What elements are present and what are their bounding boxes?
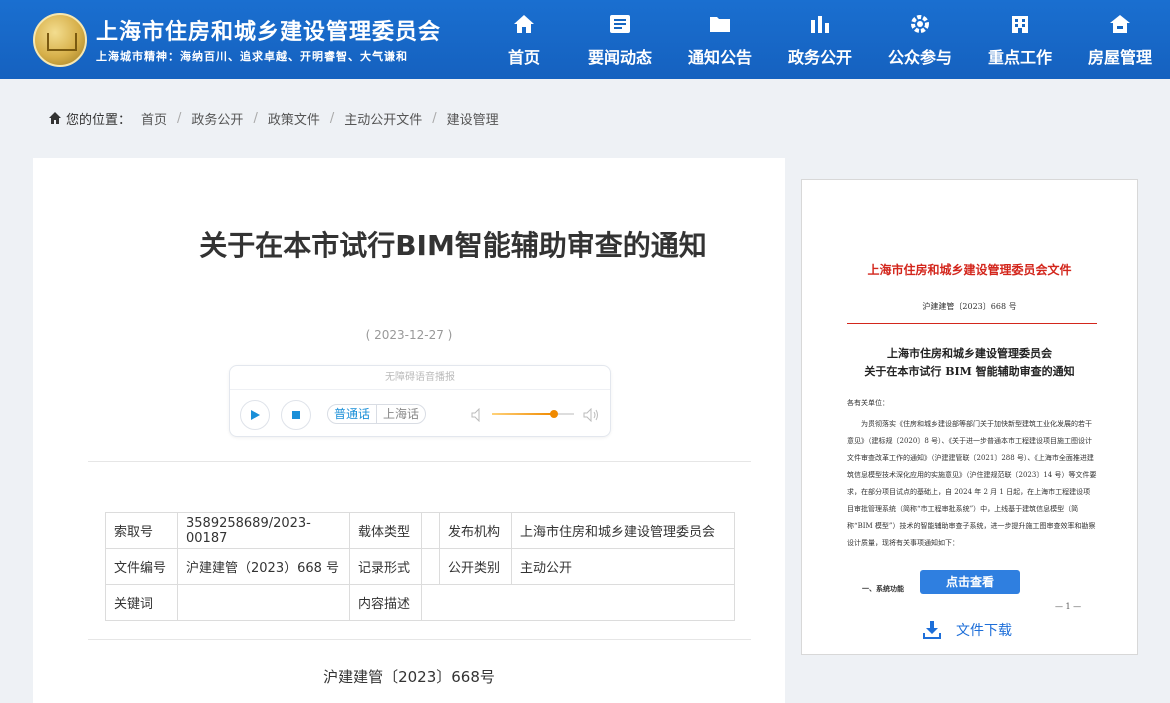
table-cell: [421, 512, 440, 549]
document-preview-panel: 上海市住房和城乡建设管理委员会文件 沪建建管〔2023〕668 号 上海市住房和…: [801, 179, 1138, 655]
table-cell: 索取号: [105, 512, 178, 549]
view-document-button[interactable]: 点击查看: [920, 570, 1020, 594]
nav-news[interactable]: 要闻动态: [570, 0, 670, 79]
folder-icon: [708, 12, 732, 36]
breadcrumb-item-home[interactable]: 首页: [141, 109, 167, 128]
stop-icon: [292, 411, 300, 419]
breadcrumb-item-gov-open[interactable]: 政务公开: [191, 109, 243, 128]
site-logo[interactable]: [33, 13, 87, 67]
player-title: 无障碍语音播报: [230, 366, 610, 390]
home-icon: [48, 111, 62, 125]
table-cell: [421, 548, 440, 585]
stop-button[interactable]: [281, 400, 311, 430]
home-icon: [512, 12, 536, 36]
play-button[interactable]: [240, 400, 270, 430]
breadcrumb-item-construction[interactable]: 建设管理: [447, 109, 499, 128]
gear-icon: [908, 12, 932, 36]
table-cell: 内容描述: [349, 584, 422, 621]
preview-red-line: [847, 323, 1097, 324]
table-row: 文件编号 沪建建管（2023）668 号 记录形式 公开类别 主动公开: [105, 548, 735, 585]
language-switch: 普通话 上海话: [327, 404, 427, 424]
main-nav: 首页 要闻动态 通知公告 政务公开 公众参与 重点工作 房屋管理: [478, 0, 1170, 79]
volume-slider[interactable]: [492, 410, 574, 418]
nav-label: 政务公开: [787, 47, 852, 67]
table-cell: 文件编号: [105, 548, 178, 585]
document-number: 沪建建管〔2023〕668号: [323, 668, 495, 686]
metadata-table: 索取号 3589258689/2023-00187 载体类型 发布机构 上海市住…: [105, 512, 735, 621]
preview-header: 上海市住房和城乡建设管理委员会文件: [867, 263, 1072, 277]
preview-salutation: 各有关单位：: [847, 399, 889, 407]
table-cell: 3589258689/2023-00187: [177, 512, 350, 549]
lang-mandarin[interactable]: 普通话: [328, 405, 376, 423]
nav-label: 房屋管理: [1087, 47, 1152, 67]
table-row: 关键词 内容描述: [105, 584, 735, 621]
nav-label: 要闻动态: [587, 47, 652, 67]
divider: [88, 461, 751, 462]
volume-high-icon: [583, 407, 599, 426]
volume-handle[interactable]: [549, 410, 558, 418]
nav-label: 首页: [507, 47, 540, 67]
document-preview[interactable]: 上海市住房和城乡建设管理委员会文件 沪建建管〔2023〕668 号 上海市住房和…: [802, 180, 1137, 610]
speech-player: 无障碍语音播报 普通话 上海话: [229, 365, 611, 437]
nav-home[interactable]: 首页: [478, 0, 570, 79]
preview-title-line1: 上海市住房和城乡建设管理委员会: [887, 347, 1052, 360]
site-header: 上海市住房和城乡建设管理委员会 上海城市精神：海纳百川、追求卓越、开明睿智、大气…: [0, 0, 1170, 79]
download-icon: [923, 621, 941, 639]
nav-label: 通知公告: [687, 47, 752, 67]
breadcrumb: 您的位置： 首页 / 政务公开 / 政策文件 / 主动公开文件 / 建设管理: [48, 109, 499, 128]
page-title: 关于在本市试行BIM智能辅助审查的通知: [199, 229, 707, 262]
house-icon: [1108, 12, 1132, 36]
site-motto: 上海城市精神：海纳百川、追求卓越、开明睿智、大气谦和: [96, 50, 408, 63]
preview-doc-number: 沪建建管〔2023〕668 号: [922, 302, 1017, 311]
nav-notices[interactable]: 通知公告: [670, 0, 770, 79]
table-cell: [421, 584, 735, 621]
nav-gov-open[interactable]: 政务公开: [770, 0, 870, 79]
breadcrumb-item-policy[interactable]: 政策文件: [268, 109, 320, 128]
nav-participation[interactable]: 公众参与: [870, 0, 970, 79]
table-row: 索取号 3589258689/2023-00187 载体类型 发布机构 上海市住…: [105, 512, 735, 549]
nav-housing[interactable]: 房屋管理: [1070, 0, 1170, 79]
preview-page-number: — 1 —: [1055, 602, 1082, 610]
article-panel: 关于在本市试行BIM智能辅助审查的通知 ( 2023-12-27 ) 无障碍语音…: [33, 158, 785, 703]
nav-key-work[interactable]: 重点工作: [970, 0, 1070, 79]
table-cell: 公开类别: [439, 548, 512, 585]
chart-icon: [808, 12, 832, 36]
breadcrumb-lead: 您的位置：: [66, 112, 132, 128]
table-cell: 上海市住房和城乡建设管理委员会: [511, 512, 735, 549]
preview-section-heading: 一、系统功能: [862, 584, 904, 593]
nav-label: 重点工作: [987, 47, 1052, 67]
publish-date: ( 2023-12-27 ): [365, 328, 453, 342]
volume-fill: [492, 413, 554, 415]
table-cell: 沪建建管（2023）668 号: [177, 548, 350, 585]
building-icon: [1008, 12, 1032, 36]
news-icon: [608, 12, 632, 36]
download-label: 文件下载: [956, 623, 1012, 639]
breadcrumb-item-open-files[interactable]: 主动公开文件: [344, 109, 422, 128]
table-cell: 发布机构: [439, 512, 512, 549]
nav-label: 公众参与: [887, 47, 952, 67]
preview-body: 为贯彻落实《住房和城乡建设部等部门关于加快新型建筑工业化发展的若干意见》（建标规…: [847, 420, 1097, 547]
download-link[interactable]: 文件下载: [922, 620, 1012, 640]
table-cell: 记录形式: [349, 548, 422, 585]
table-cell: [177, 584, 350, 621]
preview-title-line2: 关于在本市试行 BIM 智能辅助审查的通知: [864, 365, 1075, 378]
lang-shanghainese[interactable]: 上海话: [376, 405, 425, 423]
table-cell: 关键词: [105, 584, 178, 621]
divider: [88, 639, 751, 640]
table-cell: 载体类型: [349, 512, 422, 549]
table-cell: 主动公开: [511, 548, 735, 585]
volume-low-icon: [471, 407, 483, 426]
site-title[interactable]: 上海市住房和城乡建设管理委员会: [96, 14, 441, 46]
play-icon: [251, 410, 260, 420]
